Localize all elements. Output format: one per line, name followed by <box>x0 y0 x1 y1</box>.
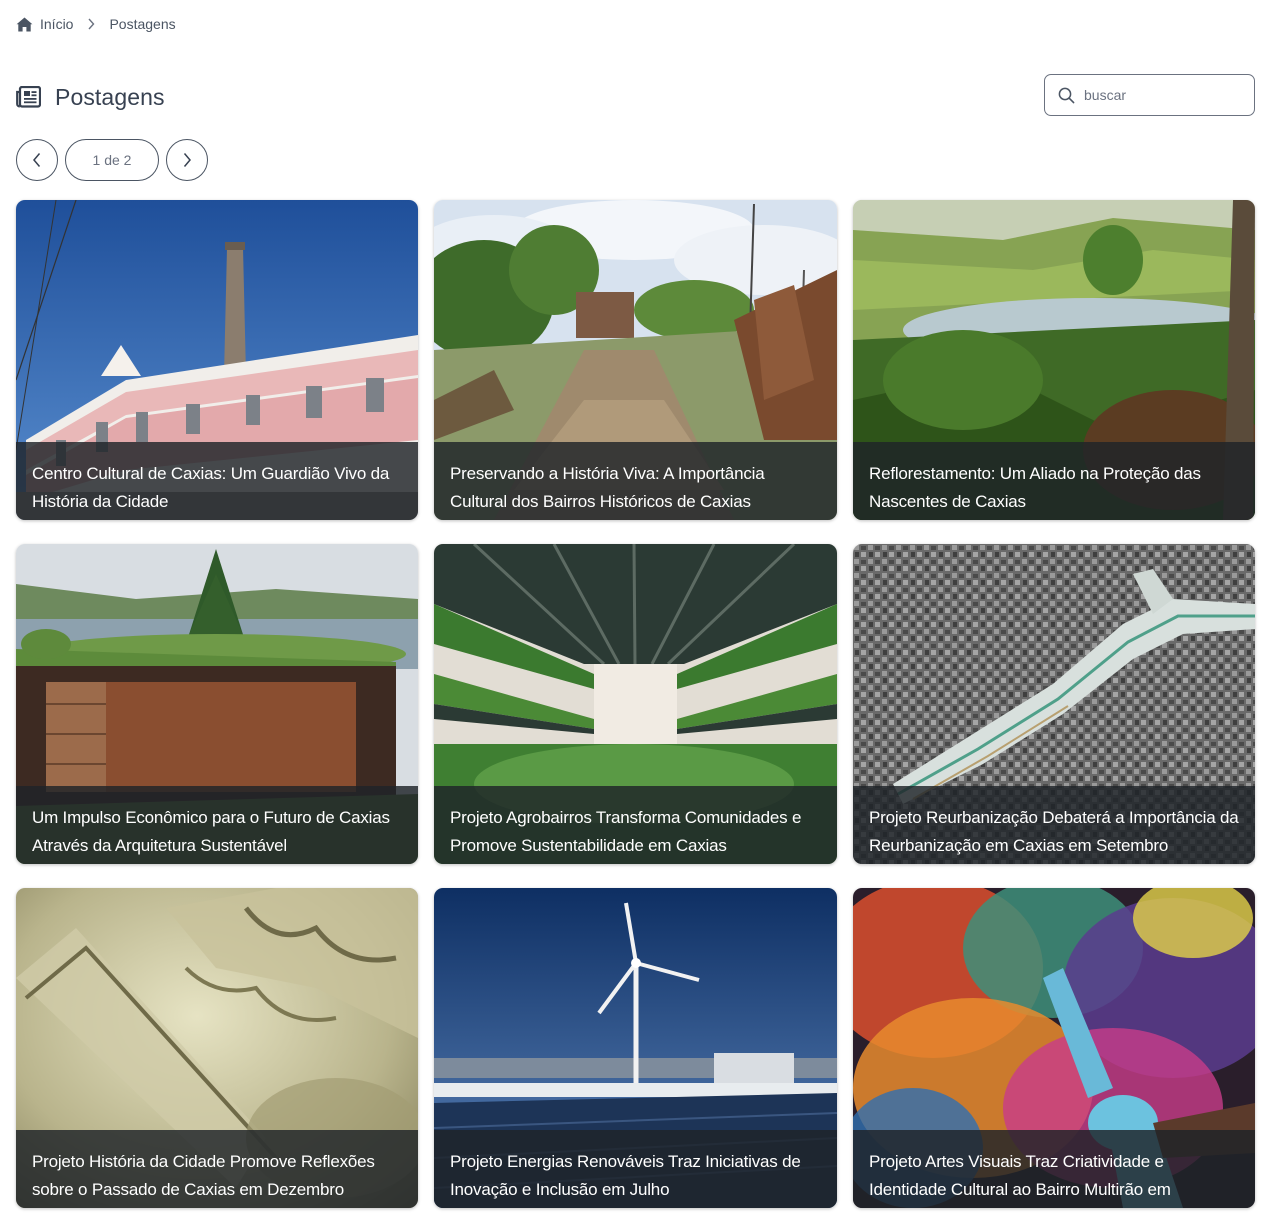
home-icon <box>16 17 33 31</box>
search-box[interactable] <box>1044 74 1255 116</box>
breadcrumb-current: Postagens <box>109 16 176 32</box>
posts-page: Início Postagens Postagens buscar 1 de 2… <box>0 0 1271 1220</box>
search-icon <box>1058 87 1075 103</box>
post-title: Centro Cultural de Caxias: Um Guardião V… <box>16 442 418 520</box>
newspaper-icon <box>16 86 41 108</box>
post-title: Projeto Agrobairros Transforma Comunidad… <box>434 786 837 864</box>
post-title: Reflorestamento: Um Aliado na Proteção d… <box>853 442 1255 520</box>
post-card[interactable]: Projeto Reurbanização Debaterá a Importâ… <box>853 544 1255 864</box>
next-page-button[interactable] <box>166 139 208 181</box>
post-card[interactable]: Preservando a História Viva: A Importânc… <box>434 200 837 520</box>
post-title: Preservando a História Viva: A Importânc… <box>434 442 837 520</box>
chevron-right-icon <box>183 153 191 167</box>
breadcrumb-home-link[interactable]: Início <box>16 16 73 32</box>
post-card[interactable]: Projeto Agrobairros Transforma Comunidad… <box>434 544 837 864</box>
post-title: Um Impulso Econômico para o Futuro de Ca… <box>16 786 418 864</box>
chevron-left-icon <box>33 153 41 167</box>
post-card[interactable]: Um Impulso Econômico para o Futuro de Ca… <box>16 544 418 864</box>
post-card[interactable]: Projeto História da Cidade Promove Refle… <box>16 888 418 1208</box>
page-title: Postagens <box>55 83 165 110</box>
posts-grid: Centro Cultural de Caxias: Um Guardião V… <box>16 200 1255 1208</box>
post-card[interactable]: Reflorestamento: Um Aliado na Proteção d… <box>853 200 1255 520</box>
breadcrumb-home-label: Início <box>40 16 74 32</box>
post-card[interactable]: Projeto Energias Renováveis Traz Iniciat… <box>434 888 837 1208</box>
page-header: Postagens <box>16 80 165 114</box>
previous-page-button[interactable] <box>16 139 58 181</box>
pagination: 1 de 2 <box>16 139 208 181</box>
post-card[interactable]: Projeto Artes Visuais Traz Criatividade … <box>853 888 1255 1208</box>
post-title: Projeto Energias Renováveis Traz Iniciat… <box>434 1130 837 1208</box>
post-title: Projeto Artes Visuais Traz Criatividade … <box>853 1130 1255 1208</box>
post-title: Projeto Reurbanização Debaterá a Importâ… <box>853 786 1255 864</box>
post-card[interactable]: Centro Cultural de Caxias: Um Guardião V… <box>16 200 418 520</box>
post-title: Projeto História da Cidade Promove Refle… <box>16 1130 418 1208</box>
breadcrumb: Início Postagens <box>16 14 176 34</box>
search-input[interactable] <box>1084 87 1234 103</box>
chevron-right-icon <box>87 18 95 30</box>
page-indicator: 1 de 2 <box>65 139 159 181</box>
